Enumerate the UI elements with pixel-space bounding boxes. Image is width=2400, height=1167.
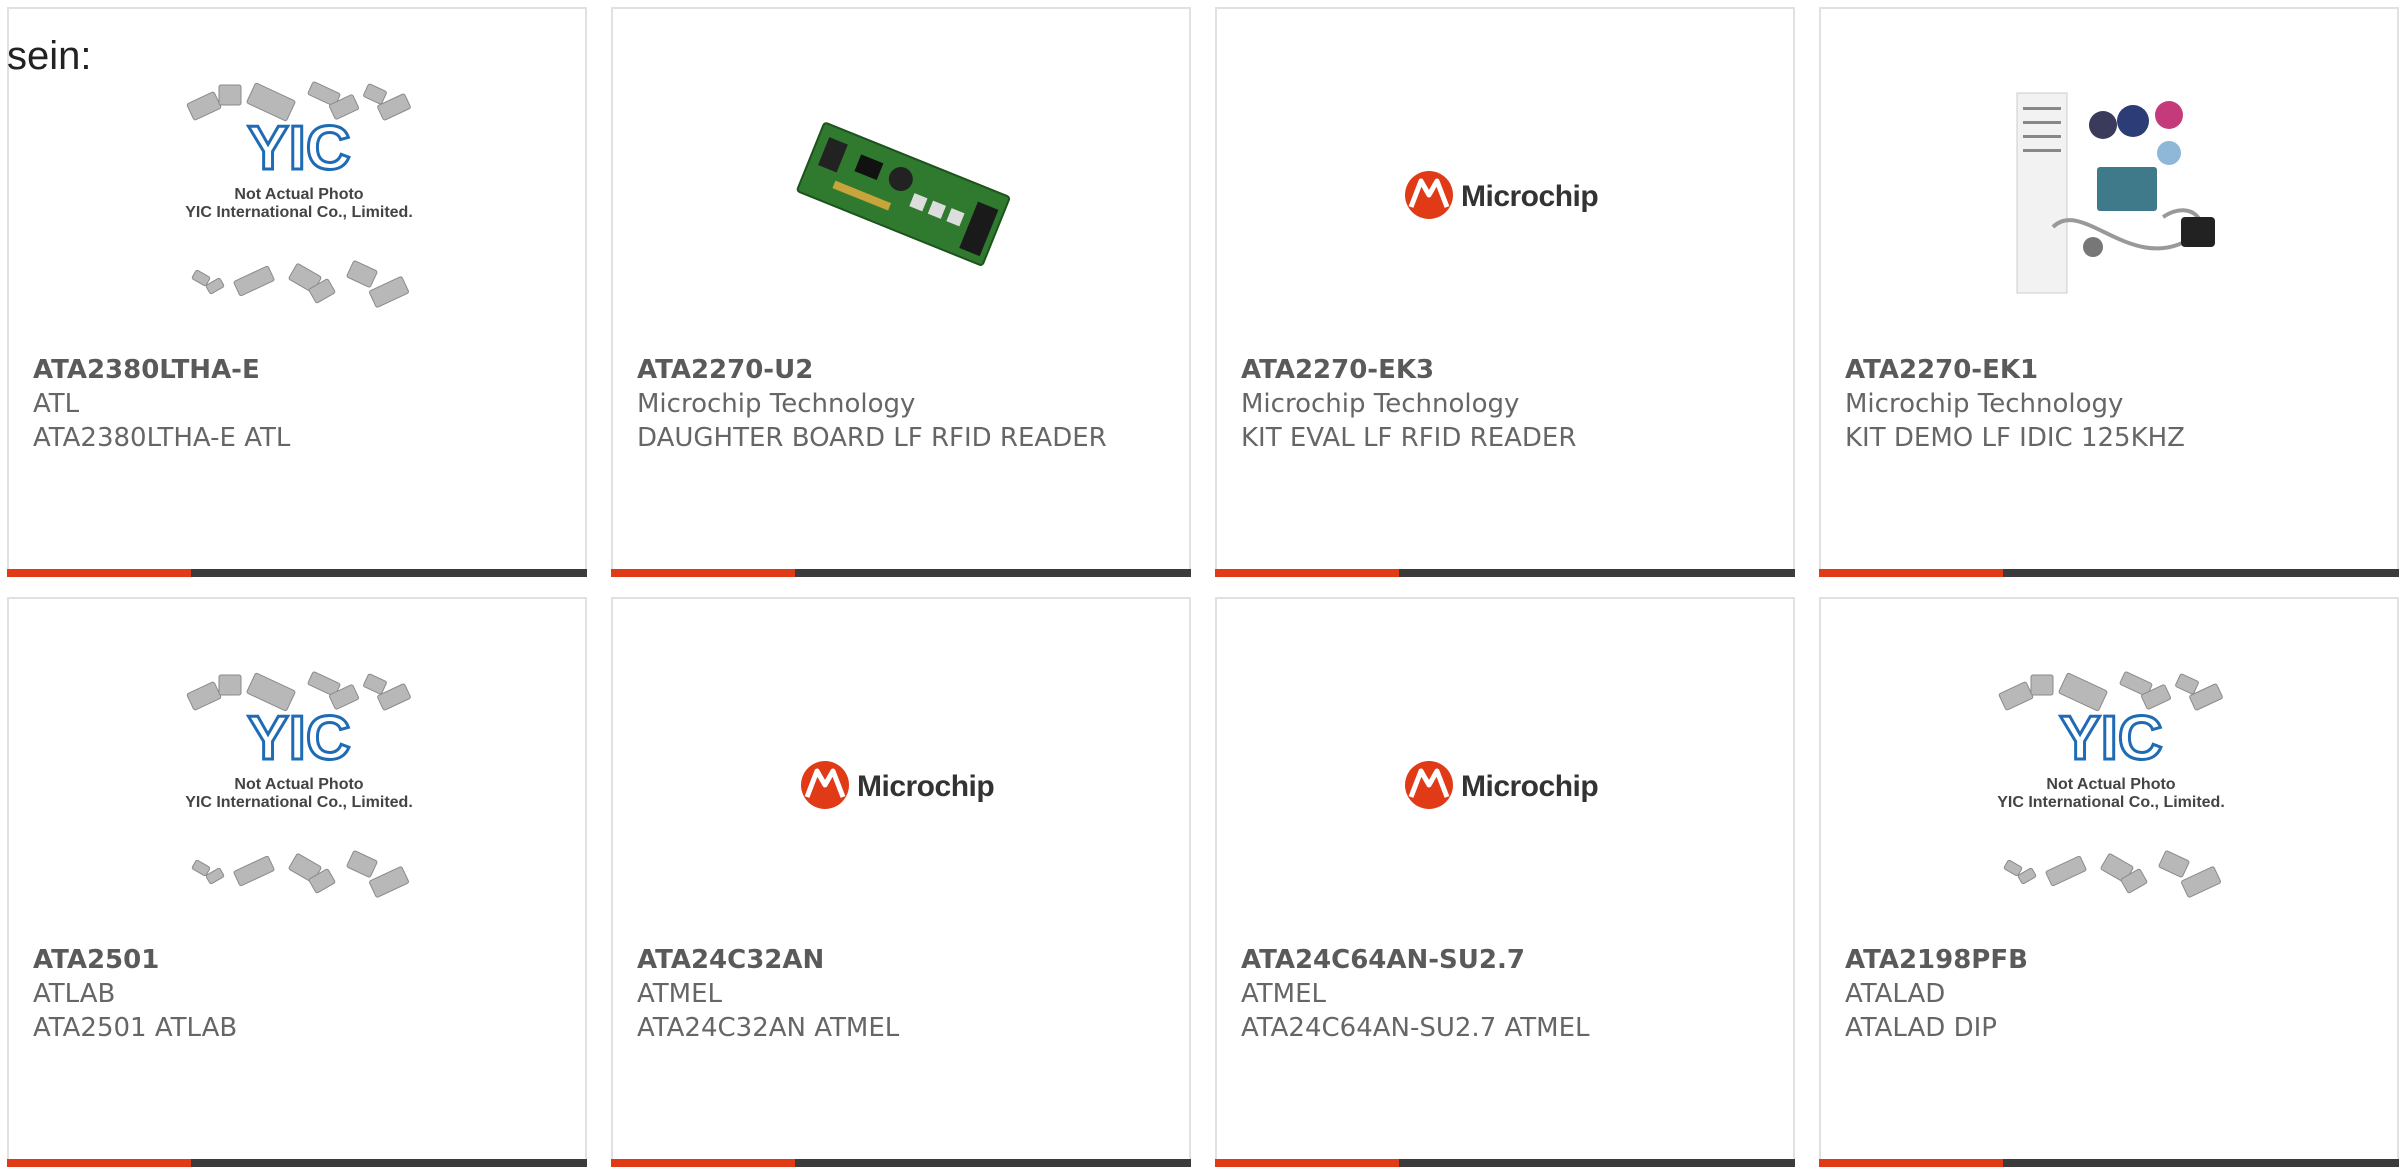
- product-info: ATA2380LTHA-E ATL ATA2380LTHA-E ATL: [33, 353, 545, 455]
- card-bottom-bar: [1819, 1159, 2399, 1167]
- description: KIT EVAL LF RFID READER: [1241, 423, 1577, 453]
- card-accent-bar: [7, 1159, 191, 1167]
- yic-placeholder-icon: YIC Not Actual Photo YIC International C…: [185, 81, 413, 308]
- microchip-logo: Microchip: [1405, 761, 1599, 809]
- product-card[interactable]: YIC Not Actual Photo YIC International C…: [1819, 597, 2399, 1167]
- card-accent-bar: [1215, 1159, 1399, 1167]
- description: ATA24C64AN-SU2.7 ATMEL: [1241, 1013, 1590, 1043]
- card-bottom-bar: [611, 1159, 1191, 1167]
- kit-contents-photo: [2016, 92, 2215, 294]
- card-accent-bar: [1215, 569, 1399, 577]
- product-card[interactable]: ATA2270-EK1 Microchip Technology KIT DEM…: [1819, 7, 2399, 577]
- product-info: ATA24C32AN ATMEL ATA24C32AN ATMEL: [637, 943, 1149, 1045]
- product-image[interactable]: YIC Not Actual Photo YIC International C…: [181, 77, 417, 313]
- microchip-logo: Microchip: [1405, 171, 1599, 219]
- product-image[interactable]: Microchip: [1389, 667, 1625, 903]
- microchip-logo: Microchip: [801, 761, 995, 809]
- product-image[interactable]: YIC Not Actual Photo YIC International C…: [181, 667, 417, 903]
- placeholder-line2: YIC International Co., Limited.: [1997, 794, 2225, 811]
- product-card[interactable]: YIC Not Actual Photo YIC International C…: [7, 597, 587, 1167]
- product-image[interactable]: Microchip: [785, 667, 1021, 903]
- product-info: ATA24C64AN-SU2.7 ATMEL ATA24C64AN-SU2.7 …: [1241, 943, 1753, 1045]
- product-info: ATA2501 ATLAB ATA2501 ATLAB: [33, 943, 545, 1045]
- manufacturer: Microchip Technology: [1845, 389, 2124, 419]
- product-card[interactable]: Microchip ATA24C64AN-SU2.7 ATMEL ATA24C6…: [1215, 597, 1795, 1167]
- product-info: ATA2198PFB ATALAD ATALAD DIP: [1845, 943, 2357, 1045]
- product-info: ATA2270-EK3 Microchip Technology KIT EVA…: [1241, 353, 1753, 455]
- part-number[interactable]: ATA24C32AN: [637, 943, 1149, 977]
- product-info: ATA2270-U2 Microchip Technology DAUGHTER…: [637, 353, 1149, 455]
- product-image[interactable]: [1993, 77, 2229, 313]
- pcb-board-photo: [796, 122, 1011, 266]
- placeholder-line2: YIC International Co., Limited.: [185, 794, 413, 811]
- card-bottom-bar: [7, 569, 587, 577]
- card-accent-bar: [1819, 1159, 2003, 1167]
- card-bottom-bar: [1819, 569, 2399, 577]
- svg-text:YIC: YIC: [247, 704, 350, 773]
- part-number[interactable]: ATA2501: [33, 943, 545, 977]
- product-image[interactable]: Microchip: [1389, 77, 1625, 313]
- yic-placeholder-icon: YIC Not Actual Photo YIC International C…: [185, 671, 413, 898]
- product-image[interactable]: YIC Not Actual Photo YIC International C…: [1993, 667, 2229, 903]
- product-info: ATA2270-EK1 Microchip Technology KIT DEM…: [1845, 353, 2357, 455]
- manufacturer: ATMEL: [637, 979, 722, 1009]
- product-card[interactable]: YIC Not Actual Photo YIC International C…: [7, 7, 587, 577]
- page-top-label: sein:: [7, 34, 92, 78]
- part-number[interactable]: ATA2270-EK3: [1241, 353, 1753, 387]
- placeholder-line1: Not Actual Photo: [234, 776, 363, 793]
- microchip-wordmark: Microchip: [1461, 770, 1598, 803]
- description: ATA2501 ATLAB: [33, 1013, 238, 1043]
- product-card[interactable]: ATA2270-U2 Microchip Technology DAUGHTER…: [611, 7, 1191, 577]
- part-number[interactable]: ATA2270-EK1: [1845, 353, 2357, 387]
- card-accent-bar: [7, 569, 191, 577]
- yic-placeholder-icon: YIC Not Actual Photo YIC International C…: [1997, 671, 2225, 898]
- part-number[interactable]: ATA2198PFB: [1845, 943, 2357, 977]
- part-number[interactable]: ATA2270-U2: [637, 353, 1149, 387]
- description: KIT DEMO LF IDIC 125KHZ: [1845, 423, 2185, 453]
- manufacturer: ATLAB: [33, 979, 116, 1009]
- placeholder-line1: Not Actual Photo: [2046, 776, 2175, 793]
- product-image[interactable]: [785, 77, 1021, 313]
- manufacturer: ATL: [33, 389, 80, 419]
- manufacturer: Microchip Technology: [637, 389, 916, 419]
- card-accent-bar: [611, 1159, 795, 1167]
- product-card[interactable]: Microchip ATA2270-EK3 Microchip Technolo…: [1215, 7, 1795, 577]
- description: DAUGHTER BOARD LF RFID READER: [637, 423, 1107, 453]
- microchip-wordmark: Microchip: [1461, 180, 1598, 213]
- part-number[interactable]: ATA24C64AN-SU2.7: [1241, 943, 1753, 977]
- card-bottom-bar: [1215, 569, 1795, 577]
- svg-text:YIC: YIC: [247, 114, 350, 183]
- product-grid: YIC Not Actual Photo YIC International C…: [7, 7, 2399, 1167]
- description: ATA24C32AN ATMEL: [637, 1013, 900, 1043]
- description: ATALAD DIP: [1845, 1013, 1997, 1043]
- product-card[interactable]: Microchip ATA24C32AN ATMEL ATA24C32AN AT…: [611, 597, 1191, 1167]
- placeholder-line2: YIC International Co., Limited.: [185, 204, 413, 221]
- manufacturer: ATALAD: [1845, 979, 1946, 1009]
- card-accent-bar: [611, 569, 795, 577]
- part-number[interactable]: ATA2380LTHA-E: [33, 353, 545, 387]
- manufacturer: Microchip Technology: [1241, 389, 1520, 419]
- microchip-wordmark: Microchip: [857, 770, 994, 803]
- placeholder-line1: Not Actual Photo: [234, 186, 363, 203]
- card-bottom-bar: [611, 569, 1191, 577]
- card-bottom-bar: [7, 1159, 587, 1167]
- manufacturer: ATMEL: [1241, 979, 1326, 1009]
- card-bottom-bar: [1215, 1159, 1795, 1167]
- card-accent-bar: [1819, 569, 2003, 577]
- description: ATA2380LTHA-E ATL: [33, 423, 291, 453]
- svg-text:YIC: YIC: [2059, 704, 2162, 773]
